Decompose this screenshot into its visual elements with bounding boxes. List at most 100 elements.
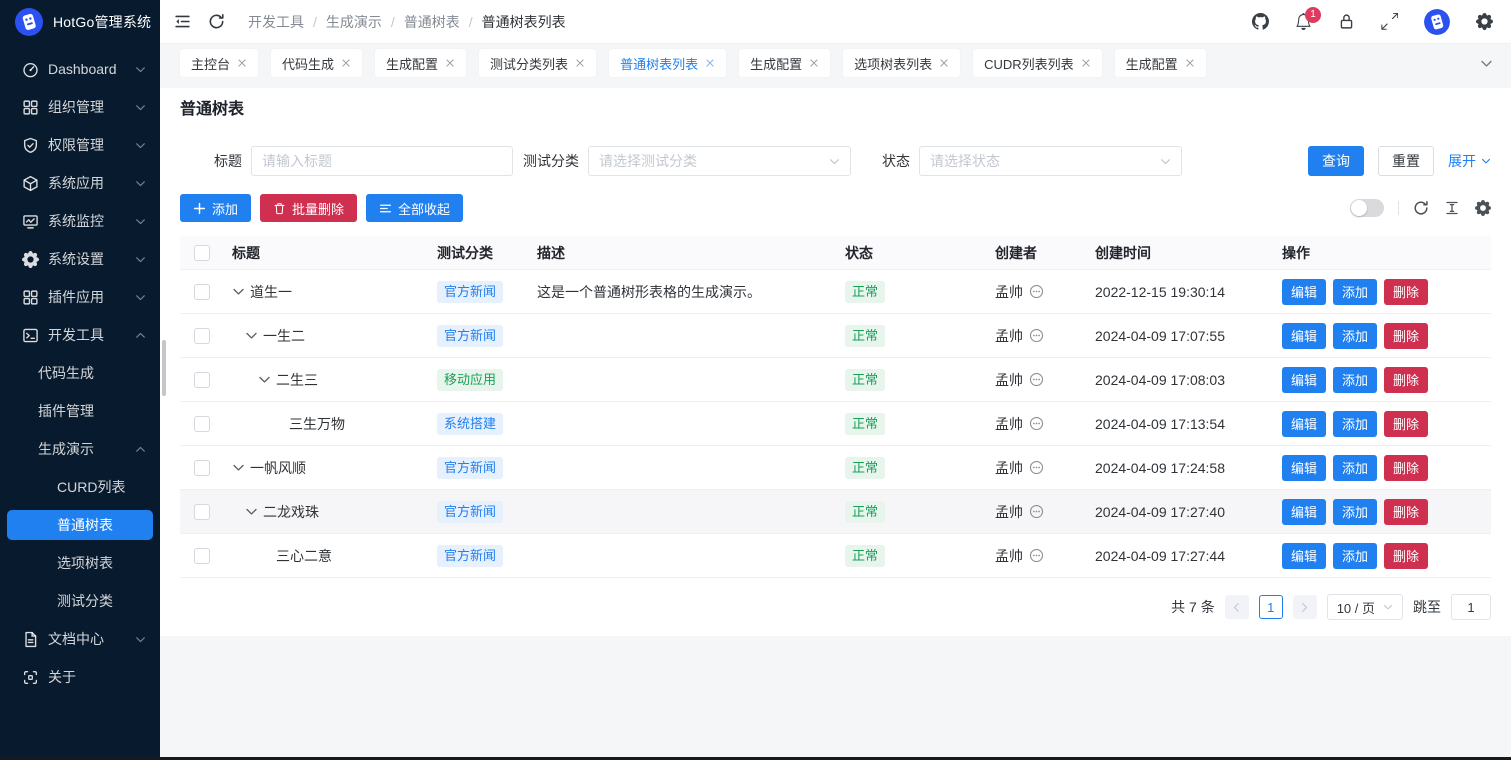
next-page-button[interactable] bbox=[1293, 595, 1317, 619]
delete-row-button[interactable]: 删除 bbox=[1384, 323, 1428, 349]
tab-code-generation[interactable]: 代码生成 bbox=[271, 49, 362, 77]
status-filter-select[interactable]: 请选择状态 bbox=[919, 146, 1182, 176]
add-child-button[interactable]: 添加 bbox=[1333, 543, 1377, 569]
reset-button[interactable]: 重置 bbox=[1378, 146, 1434, 176]
sidebar-item-doc-center[interactable]: 文档中心 bbox=[0, 620, 160, 658]
jump-to-input[interactable] bbox=[1451, 594, 1491, 620]
delete-row-button[interactable]: 删除 bbox=[1384, 543, 1428, 569]
tab-generate-config-3[interactable]: 生成配置 bbox=[1115, 49, 1206, 77]
tab-generate-config-1[interactable]: 生成配置 bbox=[375, 49, 466, 77]
breadcrumb-item[interactable]: 生成演示 bbox=[326, 12, 382, 32]
creator-info-icon[interactable] bbox=[1029, 372, 1044, 387]
row-checkbox[interactable] bbox=[194, 284, 210, 300]
breadcrumb-item[interactable]: 普通树表 bbox=[404, 12, 460, 32]
collapse-all-button[interactable]: 全部收起 bbox=[366, 194, 463, 222]
close-tab-icon[interactable] bbox=[809, 58, 819, 68]
add-child-button[interactable]: 添加 bbox=[1333, 455, 1377, 481]
sidebar-item-plugin-management[interactable]: 插件管理 bbox=[0, 392, 160, 430]
sidebar-item-org-management[interactable]: 组织管理 bbox=[0, 88, 160, 126]
add-child-button[interactable]: 添加 bbox=[1333, 323, 1377, 349]
sidebar-item-dashboard[interactable]: Dashboard bbox=[0, 50, 160, 88]
sidebar-item-permission-management[interactable]: 权限管理 bbox=[0, 126, 160, 164]
prev-page-button[interactable] bbox=[1225, 595, 1249, 619]
notifications-button[interactable]: 1 bbox=[1295, 13, 1312, 30]
row-checkbox[interactable] bbox=[194, 460, 210, 476]
tree-expand-icon[interactable] bbox=[258, 373, 271, 386]
breadcrumb-item[interactable]: 开发工具 bbox=[248, 12, 304, 32]
sidebar-item-system-monitor[interactable]: 系统监控 bbox=[0, 202, 160, 240]
page-number-1[interactable]: 1 bbox=[1259, 595, 1283, 619]
tree-expand-icon[interactable] bbox=[232, 285, 245, 298]
row-checkbox[interactable] bbox=[194, 372, 210, 388]
table-settings-icon[interactable] bbox=[1475, 200, 1491, 216]
row-checkbox[interactable] bbox=[194, 416, 210, 432]
close-tab-icon[interactable] bbox=[575, 58, 585, 68]
striped-toggle[interactable] bbox=[1350, 199, 1384, 217]
tree-expand-icon[interactable] bbox=[245, 505, 258, 518]
delete-row-button[interactable]: 删除 bbox=[1384, 279, 1428, 305]
creator-info-icon[interactable] bbox=[1029, 460, 1044, 475]
add-child-button[interactable]: 添加 bbox=[1333, 279, 1377, 305]
collapse-sidebar-icon[interactable] bbox=[174, 13, 191, 30]
scrollbar-thumb[interactable] bbox=[162, 340, 166, 396]
sidebar-item-test-category[interactable]: 测试分类 bbox=[0, 582, 160, 620]
lock-screen-icon[interactable] bbox=[1338, 13, 1355, 30]
close-tab-icon[interactable] bbox=[237, 58, 247, 68]
sidebar-item-option-tree-table[interactable]: 选项树表 bbox=[0, 544, 160, 582]
sidebar-item-plugin-app[interactable]: 插件应用 bbox=[0, 278, 160, 316]
tab-option-tree-list[interactable]: 选项树表列表 bbox=[843, 49, 960, 77]
tab-generate-config-2[interactable]: 生成配置 bbox=[739, 49, 830, 77]
creator-info-icon[interactable] bbox=[1029, 328, 1044, 343]
table-density-icon[interactable] bbox=[1444, 200, 1460, 216]
batch-delete-button[interactable]: 批量删除 bbox=[260, 194, 357, 222]
add-button[interactable]: 添加 bbox=[180, 194, 251, 222]
creator-info-icon[interactable] bbox=[1029, 504, 1044, 519]
add-child-button[interactable]: 添加 bbox=[1333, 411, 1377, 437]
app-logo[interactable]: HotGo管理系统 bbox=[0, 0, 160, 44]
delete-row-button[interactable]: 删除 bbox=[1384, 455, 1428, 481]
delete-row-button[interactable]: 删除 bbox=[1384, 499, 1428, 525]
search-button[interactable]: 查询 bbox=[1308, 146, 1364, 176]
close-tab-icon[interactable] bbox=[341, 58, 351, 68]
close-tab-icon[interactable] bbox=[445, 58, 455, 68]
tree-expand-icon[interactable] bbox=[232, 461, 245, 474]
sidebar-item-generate-demo[interactable]: 生成演示 bbox=[0, 430, 160, 468]
user-avatar[interactable] bbox=[1424, 9, 1450, 35]
title-filter-input[interactable] bbox=[262, 153, 502, 169]
edit-row-button[interactable]: 编辑 bbox=[1282, 279, 1326, 305]
close-tab-icon[interactable] bbox=[1185, 58, 1195, 68]
category-filter-select[interactable]: 请选择测试分类 bbox=[588, 146, 851, 176]
close-tab-icon[interactable] bbox=[939, 58, 949, 68]
sidebar-item-dev-tools[interactable]: 开发工具 bbox=[0, 316, 160, 354]
expand-filters-button[interactable]: 展开 bbox=[1448, 151, 1491, 171]
tab-console[interactable]: 主控台 bbox=[180, 49, 258, 77]
edit-row-button[interactable]: 编辑 bbox=[1282, 543, 1326, 569]
delete-row-button[interactable]: 删除 bbox=[1384, 367, 1428, 393]
row-checkbox[interactable] bbox=[194, 328, 210, 344]
delete-row-button[interactable]: 删除 bbox=[1384, 411, 1428, 437]
github-icon[interactable] bbox=[1252, 13, 1269, 30]
sidebar-item-code-generation[interactable]: 代码生成 bbox=[0, 354, 160, 392]
tab-list-dropdown-icon[interactable] bbox=[1480, 57, 1493, 70]
select-all-checkbox[interactable] bbox=[194, 245, 210, 261]
tab-cudr-list-list[interactable]: CUDR列表列表 bbox=[973, 49, 1102, 77]
edit-row-button[interactable]: 编辑 bbox=[1282, 323, 1326, 349]
close-tab-icon[interactable] bbox=[705, 58, 715, 68]
edit-row-button[interactable]: 编辑 bbox=[1282, 455, 1326, 481]
edit-row-button[interactable]: 编辑 bbox=[1282, 367, 1326, 393]
reload-table-icon[interactable] bbox=[1413, 200, 1429, 216]
sidebar-item-about[interactable]: 关于 bbox=[0, 658, 160, 696]
creator-info-icon[interactable] bbox=[1029, 416, 1044, 431]
settings-icon[interactable] bbox=[1476, 13, 1493, 30]
page-size-select[interactable]: 10 / 页 bbox=[1327, 594, 1403, 620]
tree-expand-icon[interactable] bbox=[245, 329, 258, 342]
refresh-page-icon[interactable] bbox=[208, 13, 225, 30]
sidebar-item-system-app[interactable]: 系统应用 bbox=[0, 164, 160, 202]
tab-test-category-list[interactable]: 测试分类列表 bbox=[479, 49, 596, 77]
row-checkbox[interactable] bbox=[194, 548, 210, 564]
sidebar-item-normal-tree-table[interactable]: 普通树表 bbox=[7, 510, 153, 540]
edit-row-button[interactable]: 编辑 bbox=[1282, 499, 1326, 525]
sidebar-item-system-settings[interactable]: 系统设置 bbox=[0, 240, 160, 278]
edit-row-button[interactable]: 编辑 bbox=[1282, 411, 1326, 437]
add-child-button[interactable]: 添加 bbox=[1333, 499, 1377, 525]
